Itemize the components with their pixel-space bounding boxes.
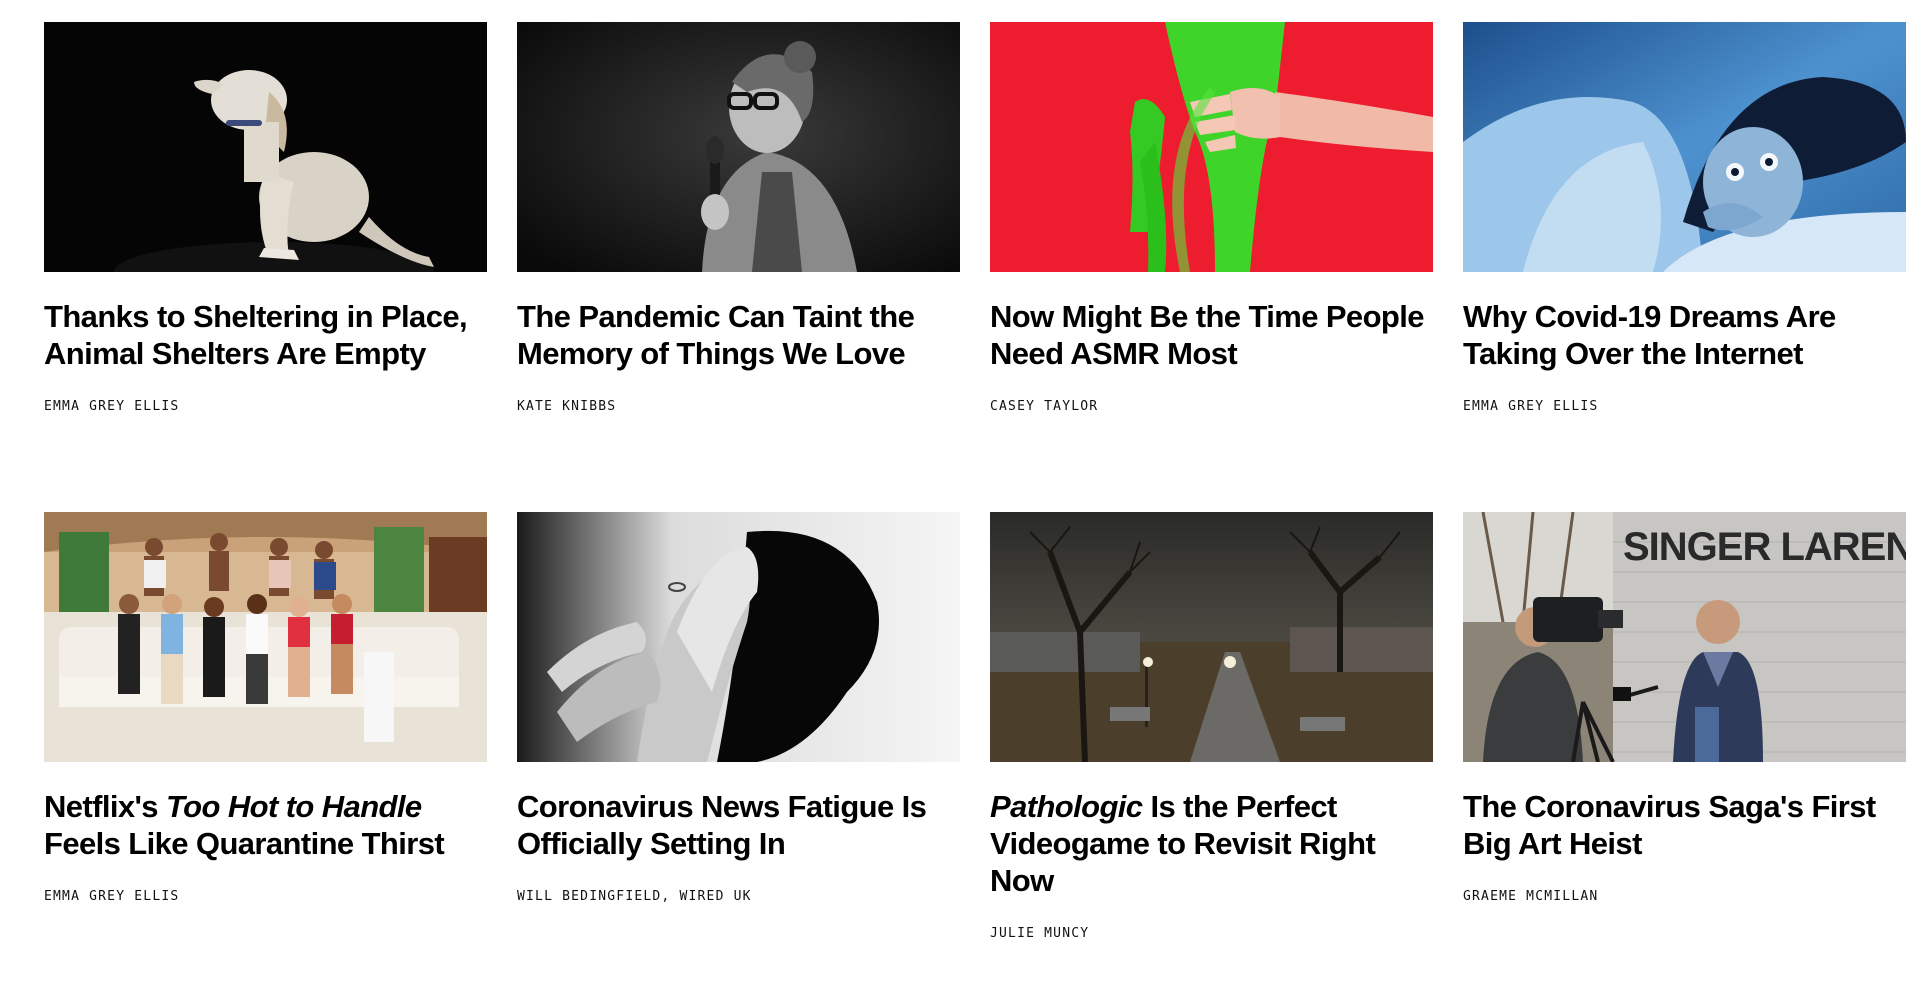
slime-image	[990, 22, 1433, 272]
article-author[interactable]: EMMA GREY ELLIS	[1463, 399, 1906, 414]
article-card[interactable]: Why Covid-19 Dreams Are Taking Over the …	[1463, 22, 1906, 512]
article-title[interactable]: Pathologic Is the Perfect Videogame to R…	[990, 788, 1433, 899]
article-title[interactable]: The Coronavirus Saga's First Big Art Hei…	[1463, 788, 1906, 862]
article-card[interactable]: The Pandemic Can Taint the Memory of Thi…	[517, 22, 960, 512]
article-image[interactable]	[517, 22, 960, 272]
article-grid: Thanks to Sheltering in Place, Animal Sh…	[44, 22, 1906, 1002]
article-title[interactable]: Coronavirus News Fatigue Is Officially S…	[517, 788, 960, 862]
article-image[interactable]	[1463, 22, 1906, 272]
article-title[interactable]: Now Might Be the Time People Need ASMR M…	[990, 298, 1433, 372]
article-card[interactable]: Netflix's Too Hot to Handle Feels Like Q…	[44, 512, 487, 1002]
article-author[interactable]: CASEY TAYLOR	[990, 399, 1433, 414]
article-title[interactable]: Why Covid-19 Dreams Are Taking Over the …	[1463, 298, 1906, 372]
article-card[interactable]: Pathologic Is the Perfect Videogame to R…	[990, 512, 1433, 1002]
article-image[interactable]	[44, 22, 487, 272]
article-image[interactable]	[990, 512, 1433, 762]
sign-text: SINGER LAREN	[1623, 525, 1906, 569]
article-author[interactable]: EMMA GREY ELLIS	[44, 889, 487, 904]
article-author[interactable]: GRAEME MCMILLAN	[1463, 889, 1906, 904]
article-image[interactable]	[990, 22, 1433, 272]
cast-image	[44, 512, 487, 762]
article-author[interactable]: WILL BEDINGFIELD, WIRED UK	[517, 889, 960, 904]
article-image[interactable]	[44, 512, 487, 762]
article-author[interactable]: KATE KNIBBS	[517, 399, 960, 414]
article-title[interactable]: Netflix's Too Hot to Handle Feels Like Q…	[44, 788, 487, 862]
hands-image	[517, 512, 960, 762]
comedian-image	[517, 22, 960, 272]
article-card[interactable]: Now Might Be the Time People Need ASMR M…	[990, 22, 1433, 512]
reporter-image: SINGER LAREN	[1463, 512, 1906, 762]
article-title[interactable]: Thanks to Sheltering in Place, Animal Sh…	[44, 298, 487, 372]
article-author[interactable]: EMMA GREY ELLIS	[44, 399, 487, 414]
article-image[interactable]	[517, 512, 960, 762]
videogame-image	[990, 512, 1433, 762]
article-title[interactable]: The Pandemic Can Taint the Memory of Thi…	[517, 298, 960, 372]
dream-image	[1463, 22, 1906, 272]
article-card[interactable]: SINGER LAREN The Coronavirus Saga's Firs…	[1463, 512, 1906, 1002]
article-image[interactable]: SINGER LAREN	[1463, 512, 1906, 762]
article-author[interactable]: JULIE MUNCY	[990, 926, 1433, 941]
article-card[interactable]: Coronavirus News Fatigue Is Officially S…	[517, 512, 960, 1002]
dog-image	[44, 22, 487, 272]
article-card[interactable]: Thanks to Sheltering in Place, Animal Sh…	[44, 22, 487, 512]
